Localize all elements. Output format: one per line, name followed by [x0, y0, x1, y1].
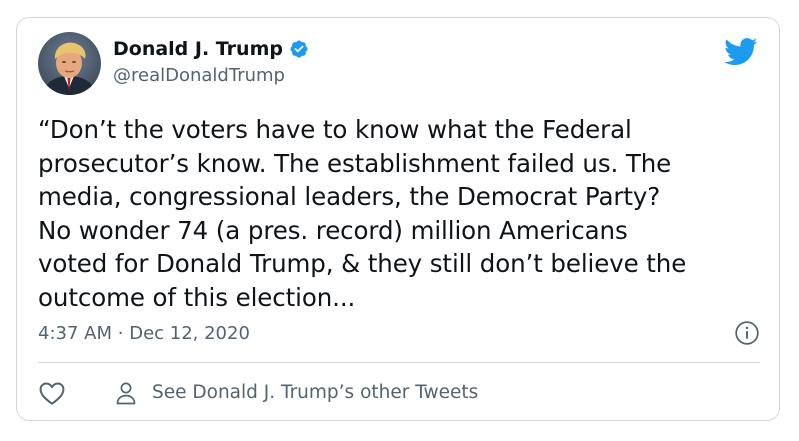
author-handle[interactable]: @realDonaldTrump: [113, 65, 285, 87]
verified-badge-icon: [290, 40, 308, 58]
info-icon[interactable]: [734, 320, 760, 346]
tweet-time: 4:37 AM: [38, 323, 112, 344]
tweet-text: “Don’t the voters have to know what the …: [38, 113, 764, 315]
see-other-tweets-label: See Donald J. Trump’s other Tweets: [152, 382, 479, 403]
tweet-actions: See Donald J. Trump’s other Tweets: [38, 379, 478, 407]
person-icon: [116, 382, 136, 405]
tweet-text-line: No wonder 74 (a pres. record) million Am…: [38, 215, 628, 245]
tweet-text-line: voted for Donald Trump, & they still don…: [38, 249, 687, 279]
tweet-date: Dec 12, 2020: [129, 323, 250, 344]
author-name-row: Donald J. Trump: [113, 38, 309, 60]
tweet-text-line: “Don’t the voters have to know what the …: [38, 115, 632, 144]
avatar-portrait: [38, 32, 101, 95]
tweet-text-line: prosecutor’s know. The establishment fai…: [38, 148, 672, 178]
author-display-name[interactable]: Donald J. Trump: [113, 38, 283, 60]
tweet-text-line: outcome of this election...: [38, 282, 356, 312]
twitter-bird-icon[interactable]: [724, 38, 758, 66]
tweet-text-line: media, congressional leaders, the Democr…: [38, 182, 661, 212]
author-avatar[interactable]: [38, 32, 101, 95]
tweet-card: Donald J. Trump @realDonaldTrump “Don’t …: [16, 17, 780, 421]
timestamp-separator: ·: [117, 323, 124, 344]
tweet-timestamp[interactable]: 4:37 AM · Dec 12, 2020: [38, 323, 250, 345]
see-other-tweets-link[interactable]: See Donald J. Trump’s other Tweets: [114, 380, 478, 406]
heart-icon[interactable]: [38, 380, 66, 406]
divider: [38, 362, 760, 363]
